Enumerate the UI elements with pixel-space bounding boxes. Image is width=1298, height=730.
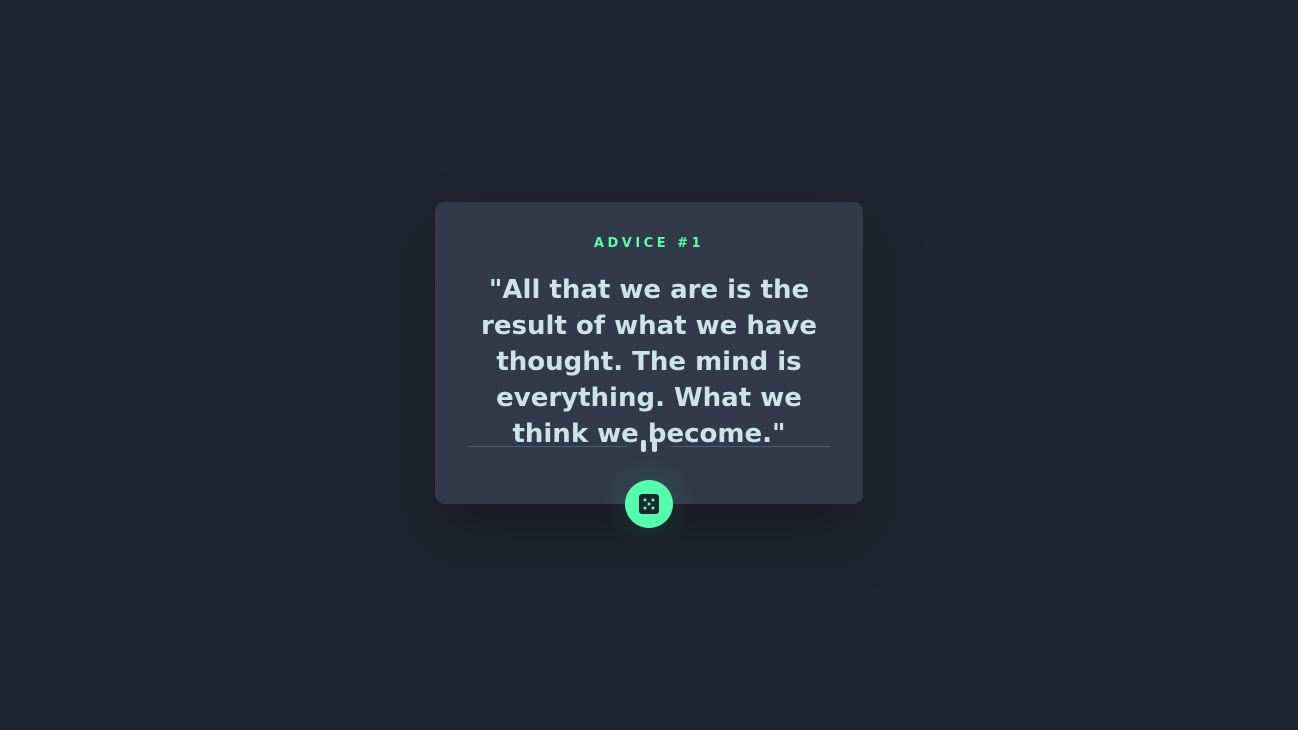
divider-line-left — [468, 446, 627, 447]
divider-line-right — [671, 446, 830, 447]
pause-icon — [641, 440, 657, 452]
generate-advice-button[interactable] — [625, 480, 673, 528]
advice-id-label: ADVICE #1 — [593, 236, 705, 251]
divider — [468, 438, 830, 454]
dice-icon — [639, 494, 659, 514]
advice-quote: "All that we are is the result of what w… — [481, 275, 817, 449]
